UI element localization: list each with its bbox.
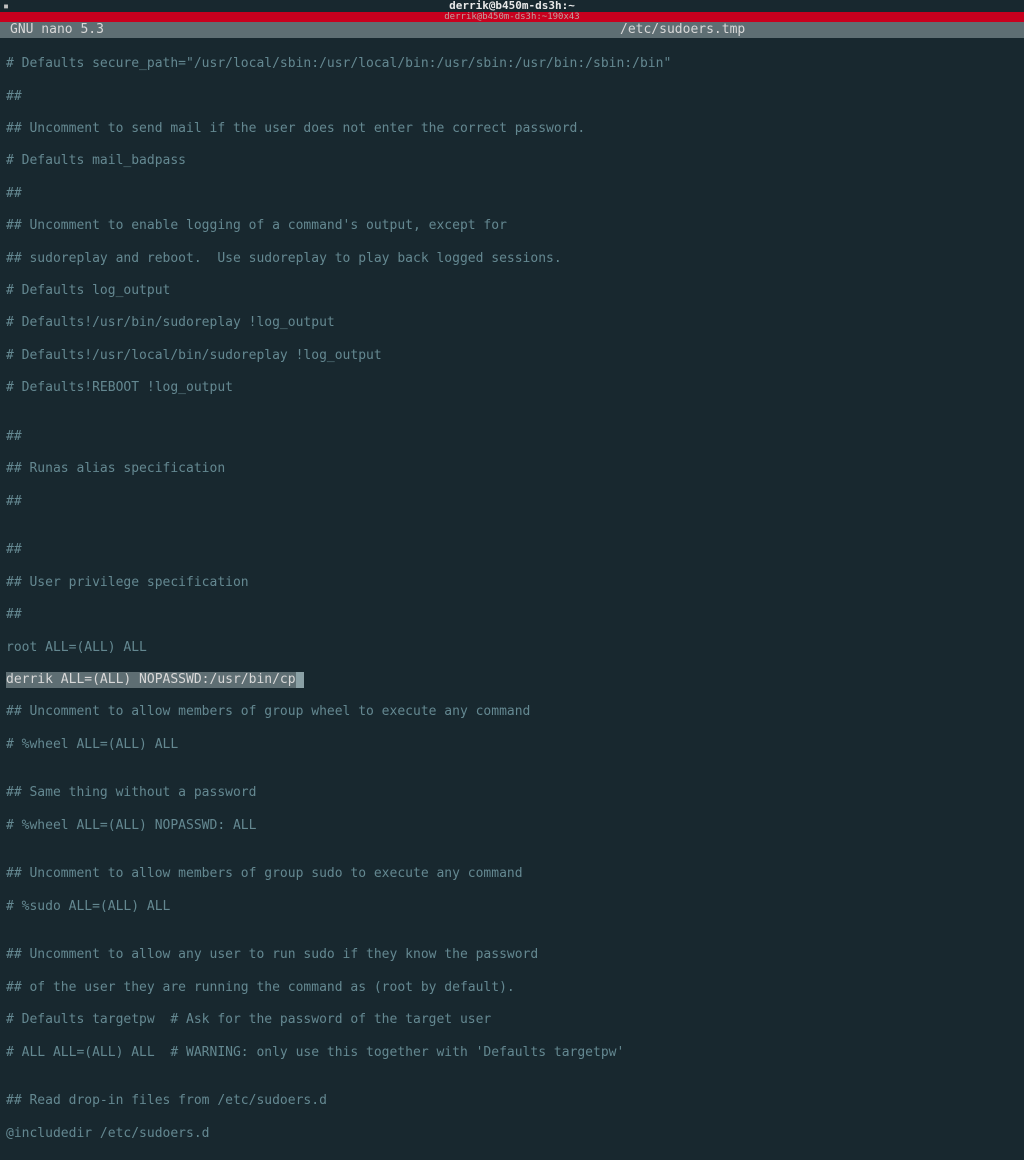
editor-line: ##	[6, 607, 1018, 623]
editor-line: ## Read drop-in files from /etc/sudoers.…	[6, 1093, 1018, 1109]
editor-line: # %wheel ALL=(ALL) ALL	[6, 737, 1018, 753]
editor-line: ## Same thing without a password	[6, 785, 1018, 801]
editor-line: ## Uncomment to send mail if the user do…	[6, 121, 1018, 137]
app-icon: ▪	[3, 1, 9, 13]
editor-line: ## of the user they are running the comm…	[6, 980, 1018, 996]
editor-line: # %wheel ALL=(ALL) NOPASSWD: ALL	[6, 818, 1018, 834]
editor-line: # Defaults secure_path="/usr/local/sbin:…	[6, 56, 1018, 72]
editor-line: ## Uncomment to allow members of group w…	[6, 704, 1018, 720]
editor-line: ##	[6, 494, 1018, 510]
editor-line: ##	[6, 89, 1018, 105]
editor-line: ## sudoreplay and reboot. Use sudoreplay…	[6, 251, 1018, 267]
editor-line: root ALL=(ALL) ALL	[6, 640, 1018, 656]
editor-line: ## User privilege specification	[6, 575, 1018, 591]
editor-line-wrapper: derrik ALL=(ALL) NOPASSWD:/usr/bin/cp	[6, 672, 1018, 688]
editor-line: # ALL ALL=(ALL) ALL # WARNING: only use …	[6, 1045, 1018, 1061]
editor-line: @includedir /etc/sudoers.d	[6, 1126, 1018, 1142]
editor-line: ## Uncomment to enable logging of a comm…	[6, 218, 1018, 234]
editor-line: ##	[6, 186, 1018, 202]
editor-line: ## Uncomment to allow members of group s…	[6, 866, 1018, 882]
editor-line: # Defaults mail_badpass	[6, 153, 1018, 169]
editor-line: # Defaults targetpw # Ask for the passwo…	[6, 1012, 1018, 1028]
nano-header: GNU nano 5.3 /etc/sudoers.tmp	[0, 22, 1024, 38]
editor-line: ## Uncomment to allow any user to run su…	[6, 947, 1018, 963]
editor-line: ##	[6, 542, 1018, 558]
nano-filename: /etc/sudoers.tmp	[620, 22, 1024, 38]
editor-line: # %sudo ALL=(ALL) ALL	[6, 899, 1018, 915]
tmux-status-text: derrik@b450m-ds3h:~190x43	[444, 12, 579, 22]
nano-version: GNU nano 5.3	[10, 22, 620, 38]
editor-content[interactable]: # Defaults secure_path="/usr/local/sbin:…	[0, 38, 1024, 1160]
editor-line: ## Runas alias specification	[6, 461, 1018, 477]
editor-line: ##	[6, 429, 1018, 445]
cursor-line: derrik ALL=(ALL) NOPASSWD:/usr/bin/cp	[6, 672, 304, 688]
window-title: derrik@b450m-ds3h:~	[449, 0, 575, 12]
window-titlebar: ▪ derrik@b450m-ds3h:~	[0, 0, 1024, 12]
editor-line: # Defaults!REBOOT !log_output	[6, 380, 1018, 396]
editor-line: # Defaults!/usr/local/bin/sudoreplay !lo…	[6, 348, 1018, 364]
editor-line: # Defaults!/usr/bin/sudoreplay !log_outp…	[6, 315, 1018, 331]
tmux-statusbar: derrik@b450m-ds3h:~190x43	[0, 12, 1024, 22]
editor-line: # Defaults log_output	[6, 283, 1018, 299]
